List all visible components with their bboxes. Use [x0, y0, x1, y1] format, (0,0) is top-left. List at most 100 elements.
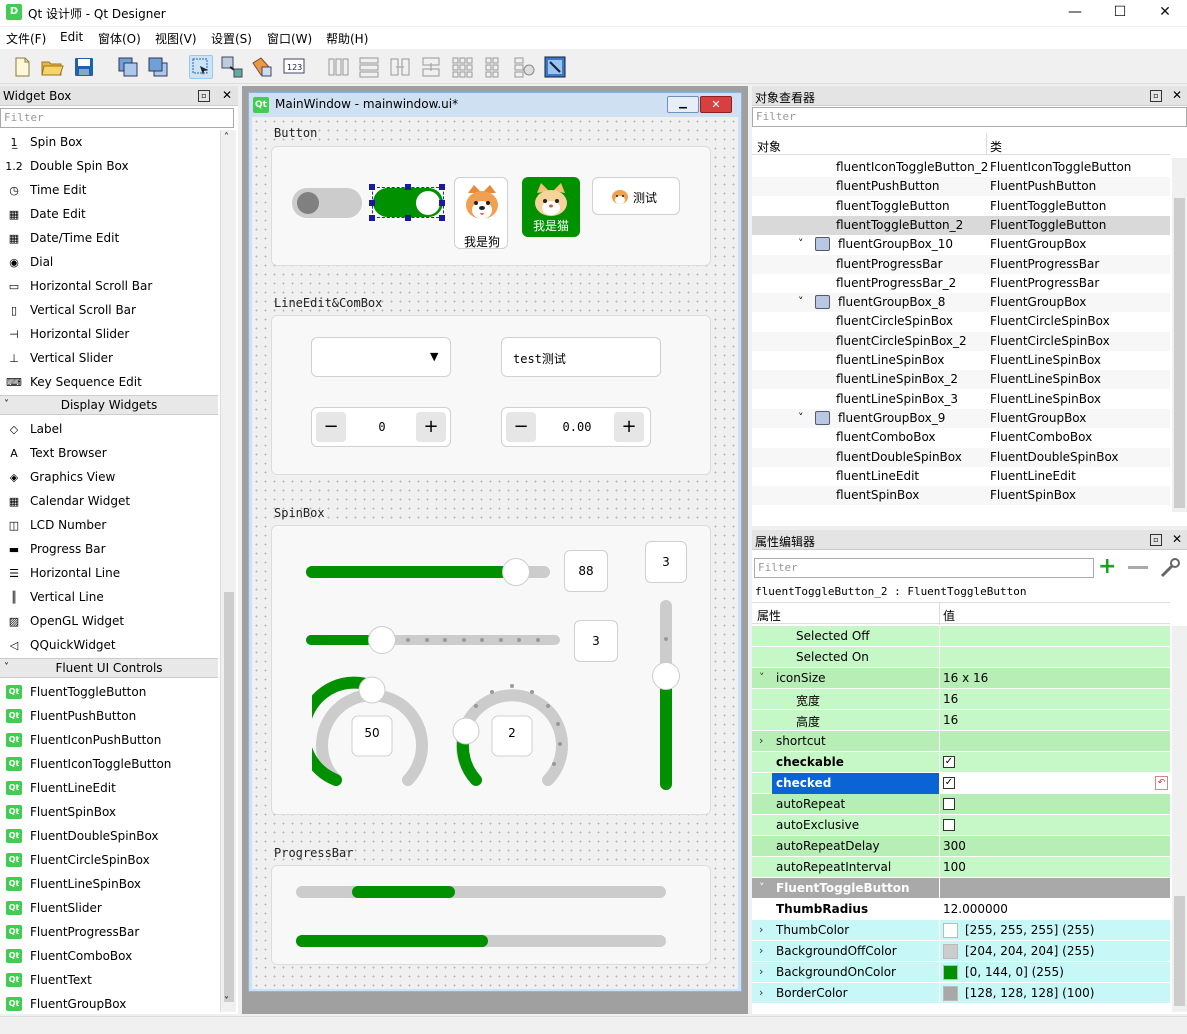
object-tree-row[interactable]: fluentIconToggleButton_2 FluentIconToggle…	[752, 158, 1170, 177]
float-dock-icon[interactable]: ▫	[198, 90, 210, 102]
widget-item[interactable]: Qt FluentText	[0, 968, 218, 992]
line-spinbox-1-value[interactable]: 88	[564, 550, 608, 592]
property-row[interactable]: checkable ✓	[752, 752, 1170, 773]
object-tree-row[interactable]: fluentProgressBar FluentProgressBar	[752, 254, 1170, 274]
object-tree-row[interactable]: fluentPushButton FluentPushButton	[752, 177, 1170, 197]
menu-help[interactable]: 帮助(H)	[326, 30, 368, 47]
scroll-down-icon[interactable]: ˅	[224, 996, 229, 1007]
layout-splitter-h-icon[interactable]	[388, 55, 412, 79]
save-icon[interactable]	[72, 55, 96, 79]
property-row[interactable]: 高度 16	[752, 710, 1170, 731]
chevron-right-icon[interactable]: ›	[759, 734, 763, 747]
property-row[interactable]: autoRepeat	[752, 794, 1170, 815]
edit-widgets-icon[interactable]	[189, 55, 213, 79]
configure-wrench-icon[interactable]	[1158, 556, 1182, 580]
object-tree-row[interactable]: fluentGroupBox_10 ˅ FluentGroupBox	[752, 235, 1170, 255]
widget-item[interactable]: ◉ Dial	[0, 250, 218, 274]
property-row[interactable]: autoRepeatInterval 100	[752, 857, 1170, 878]
layout-vertical-icon[interactable]	[357, 55, 381, 79]
widget-item[interactable]: ⌨ Key Sequence Edit	[0, 370, 218, 394]
widget-item[interactable]: ▦ Calendar Widget	[0, 489, 218, 513]
property-row[interactable]: › BorderColor [128, 128, 128] (100)	[752, 983, 1170, 1004]
test-button[interactable]: 测试	[592, 177, 680, 215]
fluent-spinbox[interactable]: − 0 +	[311, 407, 451, 447]
line-spinbox-3-value[interactable]: 3	[645, 541, 687, 583]
close-dock-icon[interactable]: ✕	[1172, 532, 1182, 546]
chevron-right-icon[interactable]: ›	[759, 986, 763, 999]
property-filter-input[interactable]: Filter	[754, 558, 1094, 578]
minimize-button[interactable]: —	[1052, 0, 1098, 26]
property-row[interactable]: Selected On	[752, 647, 1170, 668]
double-spinbox-minus-button[interactable]: −	[506, 412, 536, 442]
scroll-thumb[interactable]	[1174, 198, 1185, 508]
fluent-combobox[interactable]: ▼	[311, 337, 451, 377]
line-spinbox-3-track[interactable]	[652, 600, 680, 790]
widget-item[interactable]: 1.2 Double Spin Box	[0, 154, 218, 178]
layout-horizontal-icon[interactable]	[326, 55, 350, 79]
close-dock-icon[interactable]: ✕	[1172, 88, 1182, 102]
widget-item[interactable]: ◇ Label	[0, 417, 218, 441]
widget-item[interactable]: Qt FluentComboBox	[0, 944, 218, 968]
widget-item[interactable]: ◷ Time Edit	[0, 178, 218, 202]
widget-item[interactable]: Qt FluentSpinBox	[0, 800, 218, 824]
menu-view[interactable]: 视图(V)	[155, 30, 197, 47]
property-row[interactable]: autoExclusive	[752, 815, 1170, 836]
object-tree-row[interactable]: fluentGroupBox_8 ˅ FluentGroupBox	[752, 293, 1170, 313]
float-dock-icon[interactable]: ▫	[1150, 534, 1162, 546]
object-tree-row[interactable]: fluentCircleSpinBox_2 FluentCircleSpinBox	[752, 331, 1170, 351]
object-tree-row[interactable]: fluentLineSpinBox FluentLineSpinBox	[752, 351, 1170, 370]
scroll-thumb[interactable]	[1174, 896, 1185, 1006]
line-spinbox-2-thumb[interactable]	[368, 626, 397, 654]
checkbox[interactable]	[943, 798, 955, 810]
col-value-header[interactable]: 值	[943, 607, 955, 624]
chevron-right-icon[interactable]: ›	[759, 965, 763, 978]
add-property-icon[interactable]: +	[1098, 555, 1116, 579]
menu-file[interactable]: 文件(F)	[6, 30, 46, 47]
line-spinbox-3-thumb[interactable]	[652, 662, 680, 690]
fluent-double-spinbox[interactable]: − 0.00 +	[501, 407, 651, 447]
widget-item[interactable]: Qt FluentProgressBar	[0, 920, 218, 944]
widget-item[interactable]: ⊣ Horizontal Slider	[0, 322, 218, 346]
break-layout-icon[interactable]	[512, 55, 536, 79]
object-tree-scrollbar[interactable]	[1172, 158, 1187, 512]
widget-item[interactable]: Qt FluentPushButton	[0, 704, 218, 728]
object-tree-row[interactable]: fluentToggleButton_2 FluentToggleButton	[752, 215, 1170, 235]
edit-tab-order-icon[interactable]: 123	[282, 55, 306, 79]
widget-item[interactable]: ◈ Graphics View	[0, 465, 218, 489]
widget-item[interactable]: ⊥ Vertical Slider	[0, 346, 218, 370]
line-spinbox-1-thumb[interactable]	[501, 558, 530, 586]
menu-form[interactable]: 窗体(O)	[98, 30, 141, 47]
remove-property-icon[interactable]	[1128, 566, 1148, 569]
form-close-button[interactable]: ✕	[700, 96, 732, 113]
double-spinbox-plus-button[interactable]: +	[614, 412, 644, 442]
object-tree-row[interactable]: fluentSpinBox FluentSpinBox	[752, 486, 1170, 506]
widget-filter-input[interactable]: Filter	[0, 108, 234, 128]
checkbox[interactable]	[943, 819, 955, 831]
widget-item[interactable]: ▦ Date/Time Edit	[0, 226, 218, 250]
reset-property-icon[interactable]: ↶	[1155, 776, 1168, 790]
fluent-lineedit[interactable]: test测试	[501, 337, 661, 377]
menu-edit[interactable]: Edit	[60, 30, 83, 44]
menu-window[interactable]: 窗口(W)	[267, 30, 312, 47]
widget-item[interactable]: ◁ QQuickWidget	[0, 633, 218, 657]
category-fluent-ui-controls[interactable]: ˅ Fluent UI Controls	[0, 658, 218, 678]
open-folder-icon[interactable]	[40, 55, 64, 79]
close-dock-icon[interactable]: ✕	[222, 88, 232, 102]
chevron-right-icon[interactable]: ›	[759, 944, 763, 957]
spinbox-plus-button[interactable]: +	[416, 412, 446, 442]
property-row[interactable]: ThumbRadius 12.000000	[752, 899, 1170, 920]
object-tree-row[interactable]: fluentGroupBox_9 ˅ FluentGroupBox	[752, 408, 1170, 428]
col-class-header[interactable]: 类	[990, 138, 1002, 155]
object-tree-row[interactable]: fluentComboBox FluentComboBox	[752, 428, 1170, 448]
widget-item[interactable]: A Text Browser	[0, 441, 218, 465]
widget-item[interactable]: ▦ Date Edit	[0, 202, 218, 226]
bring-front-icon[interactable]	[146, 55, 170, 79]
object-tree-row[interactable]: fluentLineEdit FluentLineEdit	[752, 466, 1170, 486]
line-spinbox-1-track[interactable]	[306, 558, 550, 586]
edit-buddies-icon[interactable]	[250, 55, 274, 79]
widget-item[interactable]: ▭ Horizontal Scroll Bar	[0, 274, 218, 298]
widget-item[interactable]: Qt FluentLineEdit	[0, 776, 218, 800]
property-row[interactable]: › BackgroundOnColor [0, 144, 0] (255)	[752, 962, 1170, 983]
cat-icon-toggle-button[interactable]: 我是猫	[522, 177, 580, 237]
widget-item[interactable]: ◫ LCD Number	[0, 513, 218, 537]
